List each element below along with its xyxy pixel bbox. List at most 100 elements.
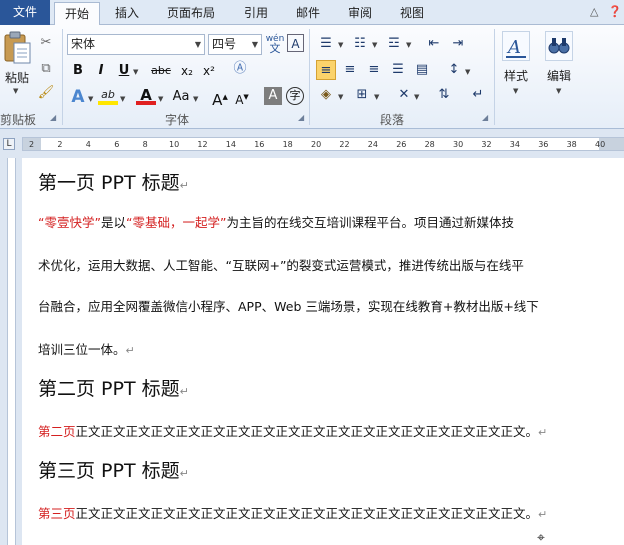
italic-button[interactable]: I	[91, 61, 111, 81]
paragraph-1-line-4[interactable]: 培训三位一体。↵	[38, 339, 135, 358]
vertical-ruler	[0, 158, 22, 545]
horizontal-ruler[interactable]: 2 2 4 6 8 10 12 14 16 18 20 22 24 26 28 30 32 34 36 38 40	[22, 137, 624, 151]
paragraph-launcher-icon[interactable]: ◢	[482, 113, 488, 122]
help-icon[interactable]: ❓	[608, 5, 622, 18]
increase-indent-icon[interactable]: ⇥	[448, 34, 468, 54]
editing-dropdown-icon[interactable]: ▼	[556, 87, 561, 95]
cut-icon[interactable]: ✂	[36, 33, 56, 53]
paragraph-1-line-3[interactable]: 台融合，应用全网覆盖微信小程序、APP、Web 三端场景，实现在线教育+教材出版…	[38, 296, 539, 315]
tab-page-layout[interactable]: 页面布局	[158, 2, 224, 25]
group-separator	[309, 29, 310, 125]
paragraph-3[interactable]: 第三页正文正文正文正文正文正文正文正文正文正文正文正文正文正文正文正文正文正文。…	[38, 503, 547, 522]
styles-button[interactable]: 样式	[498, 67, 534, 85]
font-color-dropdown-icon[interactable]: ▼	[158, 95, 163, 103]
tab-selector[interactable]: L	[3, 138, 15, 150]
ruler-number: 12	[197, 140, 208, 149]
font-size-combo[interactable]: 四号 ▼	[208, 34, 262, 55]
clear-formatting-icon[interactable]: Ⓐ	[230, 59, 250, 79]
font-launcher-icon[interactable]: ◢	[298, 113, 304, 122]
font-name-combo[interactable]: 宋体 ▼	[67, 34, 205, 55]
text-effects-dropdown-icon[interactable]: ▼	[88, 95, 93, 103]
paste-dropdown-icon[interactable]: ▼	[13, 87, 18, 95]
bullets-icon[interactable]: ☰	[316, 34, 336, 54]
font-color-button[interactable]: A	[136, 85, 156, 105]
ruler-number: 24	[367, 140, 378, 149]
ruler-number: 10	[169, 140, 180, 149]
find-binoculars-icon[interactable]	[545, 31, 573, 61]
paragraph-1-line-1[interactable]: “零壹快学”是以“零基础，一起学”为主旨的在线交互培训课程平台。项目通过新媒体技	[38, 212, 514, 231]
format-painter-icon[interactable]: 🖌	[36, 83, 56, 103]
minimize-ribbon-icon[interactable]: △	[590, 5, 598, 18]
tab-view[interactable]: 视图	[392, 2, 432, 25]
char-border-icon[interactable]: A	[287, 34, 304, 52]
paste-button[interactable]: 粘贴	[2, 69, 32, 87]
enclose-char-button[interactable]: 字	[286, 87, 304, 105]
line-spacing-icon[interactable]: ↕	[444, 60, 464, 80]
clipboard-launcher-icon[interactable]: ◢	[50, 113, 56, 122]
tab-references[interactable]: 引用	[236, 2, 276, 25]
copy-icon[interactable]: ⧉	[36, 59, 56, 79]
ruler-number: 38	[566, 140, 577, 149]
change-case-button[interactable]: Aa	[170, 87, 192, 107]
heading-page-2[interactable]: 第二页 PPT 标题↵	[38, 374, 189, 401]
superscript-button[interactable]: x²	[199, 61, 219, 81]
tab-mailings[interactable]: 邮件	[288, 2, 328, 25]
sort-icon[interactable]: ⇅	[434, 85, 454, 105]
shading-icon[interactable]: ◈	[316, 85, 336, 105]
vertical-ruler-strip	[7, 158, 16, 545]
decrease-indent-icon[interactable]: ⇤	[424, 34, 444, 54]
heading-page-1[interactable]: 第一页 PPT 标题↵	[38, 168, 189, 195]
align-right-icon[interactable]: ≡	[364, 60, 384, 80]
tab-file[interactable]: 文件	[0, 0, 50, 25]
grow-font-button[interactable]: A▲	[210, 87, 230, 109]
ruler-number: 18	[282, 140, 293, 149]
styles-gallery-icon[interactable]: A	[502, 31, 530, 61]
numbering-dropdown-icon[interactable]: ▼	[372, 41, 377, 49]
paragraph-1-line-2[interactable]: 术优化，运用大数据、人工智能、“互联网+”的裂变式运营模式，推进传统出版与在线平	[38, 255, 524, 274]
change-case-dropdown-icon[interactable]: ▼	[193, 95, 198, 103]
svg-text:A: A	[506, 37, 521, 58]
underline-dropdown-icon[interactable]: ▼	[133, 68, 138, 76]
shrink-font-button[interactable]: A▼	[232, 87, 252, 107]
distributed-icon[interactable]: ▤	[412, 60, 432, 80]
multilevel-list-dropdown-icon[interactable]: ▼	[406, 41, 411, 49]
group-separator	[62, 29, 63, 125]
shading-dropdown-icon[interactable]: ▼	[338, 93, 343, 101]
ruler-number: 16	[254, 140, 265, 149]
numbering-icon[interactable]: ☷	[350, 34, 370, 54]
document-page[interactable]: 第一页 PPT 标题↵ “零壹快学”是以“零基础，一起学”为主旨的在线交互培训课…	[22, 158, 624, 545]
line-spacing-dropdown-icon[interactable]: ▼	[465, 68, 470, 76]
styles-dropdown-icon[interactable]: ▼	[513, 87, 518, 95]
borders-dropdown-icon[interactable]: ▼	[374, 93, 379, 101]
underline-button[interactable]: U	[114, 61, 134, 81]
chinese-layout-dropdown-icon[interactable]: ▼	[414, 93, 419, 101]
justify-icon[interactable]: ☰	[388, 60, 408, 80]
char-shading-button[interactable]: A	[264, 87, 282, 105]
multilevel-list-icon[interactable]: ☲	[384, 34, 404, 54]
subscript-button[interactable]: x₂	[177, 61, 197, 81]
align-left-icon[interactable]: ≡	[316, 60, 336, 80]
chevron-down-icon: ▼	[251, 40, 258, 49]
show-marks-icon[interactable]: ↵	[468, 85, 488, 105]
text-effects-icon[interactable]: A	[68, 87, 88, 107]
ruler-number: 14	[225, 140, 236, 149]
phonetic-guide-icon[interactable]: wén 文	[265, 34, 285, 54]
strikethrough-button[interactable]: abc	[148, 61, 174, 81]
tab-home[interactable]: 开始	[54, 2, 100, 26]
ruler-number: 2	[29, 140, 35, 149]
bold-button[interactable]: B	[68, 61, 88, 81]
font-size-value: 四号	[212, 37, 237, 51]
highlight-dropdown-icon[interactable]: ▼	[120, 95, 125, 103]
bullets-dropdown-icon[interactable]: ▼	[338, 41, 343, 49]
tab-insert[interactable]: 插入	[108, 2, 146, 25]
paragraph-2[interactable]: 第二页正文正文正文正文正文正文正文正文正文正文正文正文正文正文正文正文正文正文。…	[38, 421, 547, 440]
ruler-number: 20	[311, 140, 322, 149]
highlight-button[interactable]: ab	[98, 85, 118, 105]
chinese-layout-icon[interactable]: ✕	[394, 85, 414, 105]
borders-icon[interactable]: ⊞	[352, 85, 372, 105]
paste-icon[interactable]	[2, 31, 32, 65]
tab-review[interactable]: 审阅	[340, 2, 380, 25]
editing-button[interactable]: 编辑	[541, 67, 577, 85]
heading-page-3[interactable]: 第三页 PPT 标题↵	[38, 456, 189, 483]
align-center-icon[interactable]: ≡	[340, 60, 360, 80]
